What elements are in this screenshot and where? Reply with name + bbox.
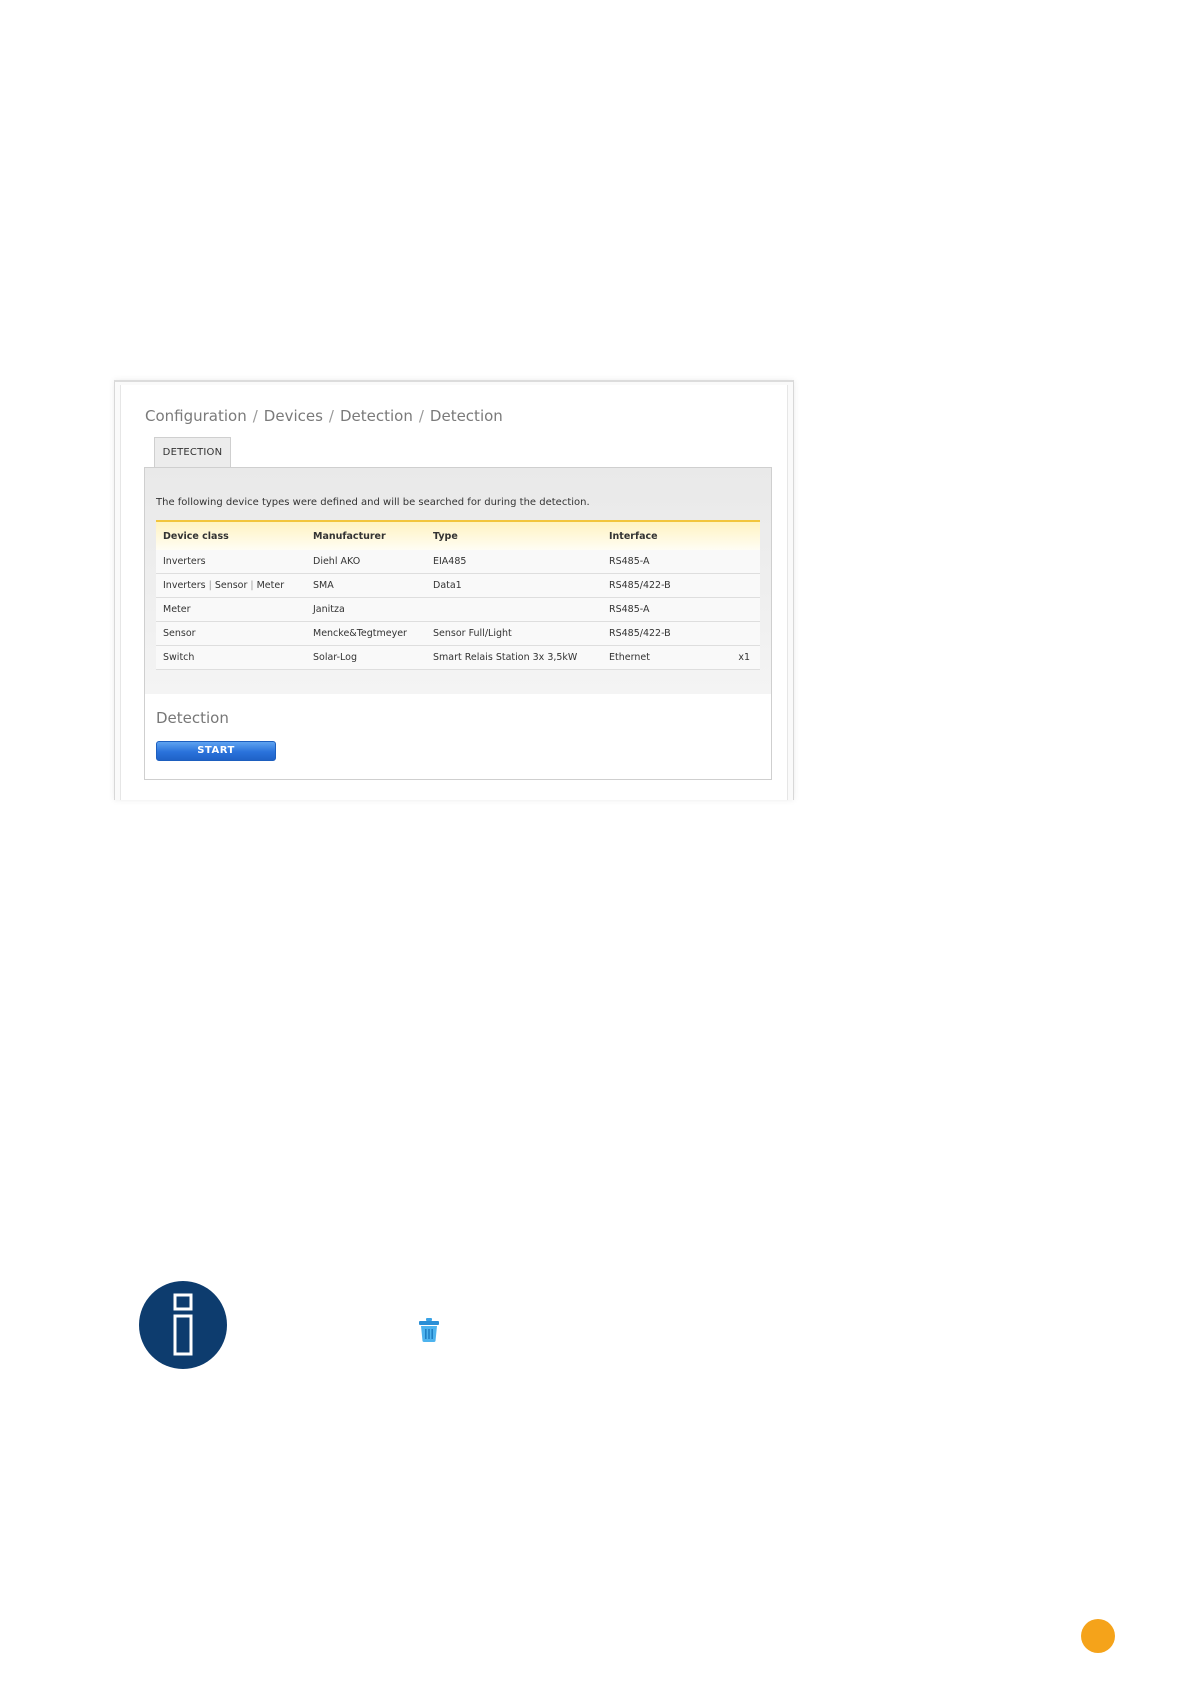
breadcrumb-item-detection[interactable]: Detection: [340, 407, 413, 425]
cell-type: Data1: [426, 573, 602, 598]
device-class-label: Sensor: [163, 628, 196, 639]
cell-count: [713, 550, 760, 574]
start-button[interactable]: START: [156, 741, 276, 761]
device-class-label: Meter: [256, 580, 285, 591]
cell-interface: RS485/422-B: [602, 621, 713, 646]
tab-detection[interactable]: DETECTION: [154, 437, 231, 468]
cell-count: [713, 597, 760, 622]
pipe-divider: |: [208, 580, 212, 591]
device-class-label: Inverters: [163, 580, 206, 591]
device-list-section: The following device types were defined …: [145, 468, 771, 694]
column-header-device-class: Device class: [156, 520, 306, 550]
intro-text: The following device types were defined …: [156, 497, 590, 508]
detection-page: Configuration / Devices / Detection / Detectio…: [120, 385, 788, 800]
cell-manufacturer: Diehl AKO: [306, 550, 426, 574]
cell-type: EIA485: [426, 550, 602, 574]
detection-screenshot: Configuration / Devices / Detection / Detectio…: [114, 380, 794, 800]
breadcrumb-item-configuration[interactable]: Configuration: [145, 407, 247, 425]
breadcrumb-separator: /: [252, 407, 258, 425]
table-row: Meter Janitza RS485-A: [156, 597, 760, 622]
cell-device-class: Meter: [156, 597, 306, 622]
breadcrumb-item-current: Detection: [429, 407, 503, 425]
cell-count: [713, 573, 760, 598]
column-header-type: Type: [426, 520, 602, 550]
table-row: Sensor Mencke&Tegtmeyer Sensor Full/Ligh…: [156, 621, 760, 646]
cell-manufacturer: Mencke&Tegtmeyer: [306, 621, 426, 646]
detection-heading: Detection: [156, 709, 229, 727]
device-class-label: Meter: [163, 604, 191, 615]
device-class-label: Inverters: [163, 556, 206, 567]
cell-count: [713, 621, 760, 646]
cell-type: Sensor Full/Light: [426, 621, 602, 646]
device-class-label: Sensor: [214, 580, 248, 591]
cell-manufacturer: Solar-Log: [306, 645, 426, 670]
cell-device-class: Sensor: [156, 621, 306, 646]
column-header-interface: Interface: [602, 520, 713, 550]
cell-type: [426, 597, 602, 622]
cell-manufacturer: SMA: [306, 573, 426, 598]
trash-icon[interactable]: [418, 1317, 440, 1343]
cell-device-class: Inverters | Sensor | Meter: [156, 573, 306, 598]
breadcrumb-item-devices[interactable]: Devices: [264, 407, 323, 425]
cell-manufacturer: Janitza: [306, 597, 426, 622]
device-class-label: Switch: [163, 652, 195, 663]
pipe-divider: |: [250, 580, 254, 591]
cell-interface: RS485/422-B: [602, 573, 713, 598]
column-header-count: [713, 520, 760, 550]
table-row: Inverters | Sensor | Meter SMA Data1 RS485/4…: [156, 573, 760, 598]
breadcrumb: Configuration / Devices / Detection / Detectio…: [145, 407, 503, 425]
device-table: Device class Manufacturer Type Interface…: [156, 520, 760, 670]
table-row: Inverters Diehl AKO EIA485 RS485-A: [156, 550, 760, 574]
trash-glyph: [419, 1318, 439, 1342]
page-marker-dot: [1081, 1619, 1115, 1653]
table-header-row: Device class Manufacturer Type Interface: [156, 520, 760, 550]
cell-interface: Ethernet: [602, 645, 713, 670]
table-row: Switch Solar-Log Smart Relais Station 3x…: [156, 645, 760, 670]
info-glyph: [173, 1293, 193, 1356]
cell-interface: RS485-A: [602, 550, 713, 574]
cell-count: x1: [713, 645, 760, 670]
column-header-manufacturer: Manufacturer: [306, 520, 426, 550]
breadcrumb-separator: /: [328, 407, 334, 425]
cell-type: Smart Relais Station 3x 3,5kW: [426, 645, 602, 670]
info-icon: [139, 1281, 227, 1369]
cell-device-class: Inverters: [156, 550, 306, 574]
detection-panel: The following device types were defined …: [144, 467, 772, 780]
cell-interface: RS485-A: [602, 597, 713, 622]
cell-device-class: Switch: [156, 645, 306, 670]
breadcrumb-separator: /: [418, 407, 424, 425]
